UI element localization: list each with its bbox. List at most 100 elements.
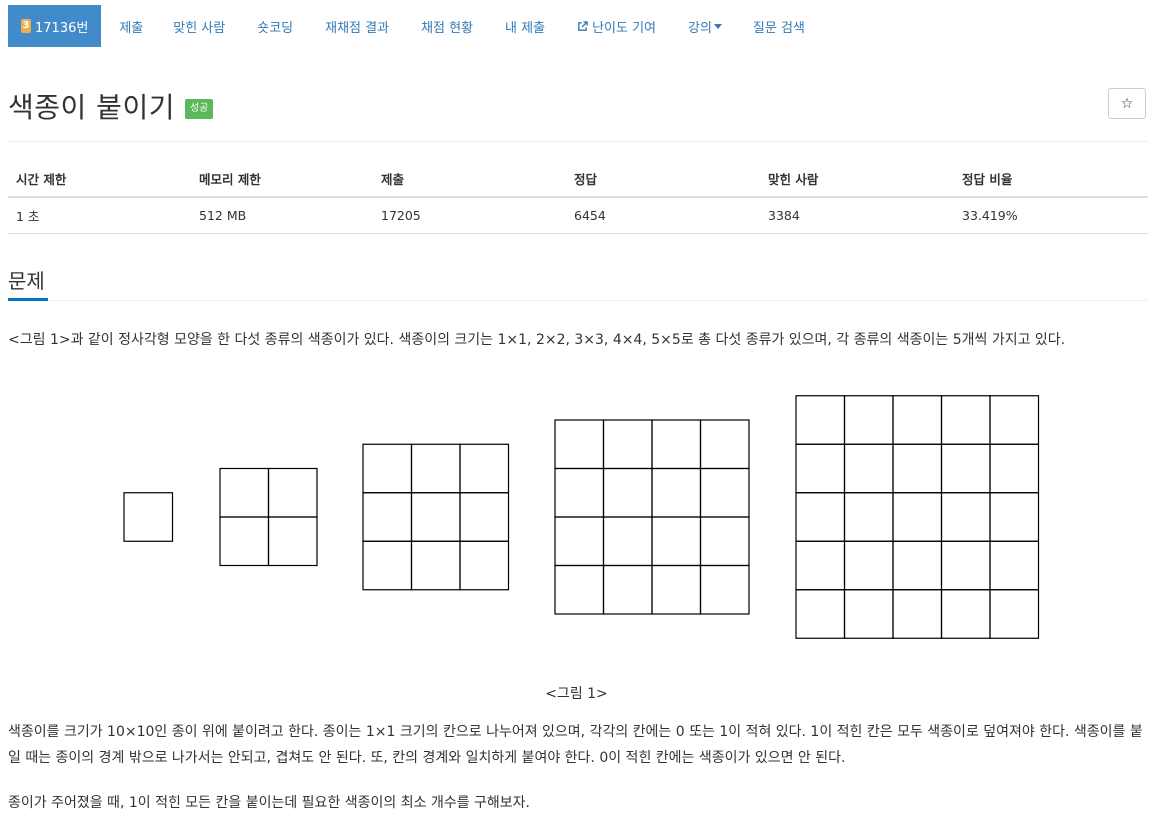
grid-cell (940, 395, 991, 445)
tab-label: 강의 (688, 20, 712, 36)
tab-label: 질문 검색 (752, 20, 805, 36)
header-solved-users: 맞힌 사람 (760, 161, 954, 198)
caret-down-icon (713, 23, 722, 29)
grid-cell (410, 540, 461, 591)
accepted-value: 6454 (566, 197, 760, 234)
grid-cell (554, 516, 605, 567)
tab-my-submissions[interactable]: 내 제출 (505, 5, 545, 47)
figure-caption: <그림 1> (545, 686, 608, 702)
tab-label: 맞힌 사람 (173, 20, 226, 36)
tab-difficulty-contribution[interactable]: 난이도 기여 (577, 5, 656, 47)
grid-cell (602, 467, 653, 518)
header-accept-ratio: 정답 비율 (954, 161, 1148, 198)
grid-cell (795, 492, 846, 542)
grid-cell (602, 419, 653, 470)
problem-nav: 3 17136번 제출 맞힌 사람 숏코딩 재채점 결과 채점 현황 내 제출 … (8, 5, 805, 47)
tab-short-coding[interactable]: 숏코딩 (257, 5, 293, 47)
problem-paragraph-3: 종이가 주어졌을 때, 1이 적힌 모든 칸을 붙이는데 필요한 색종이의 최소… (8, 795, 531, 811)
section-underline (8, 298, 48, 301)
grid-cell (651, 467, 702, 518)
grid-cell (940, 589, 991, 639)
figure-colored-papers (123, 395, 1040, 639)
tab-lectures[interactable]: 강의 (688, 5, 722, 47)
grid-cell (843, 443, 894, 494)
grid-cell (123, 492, 174, 542)
memory-limit-value: 512 MB (191, 197, 373, 234)
grid-cell (940, 492, 991, 542)
star-icon: ☆ (1120, 95, 1134, 112)
grid-cell (554, 564, 605, 615)
tab-status[interactable]: 채점 현황 (421, 5, 473, 47)
divider (8, 141, 1148, 142)
grid-cell (554, 419, 605, 470)
grid-cell (989, 492, 1040, 542)
grid-cell (699, 467, 750, 518)
grid-cell (362, 443, 413, 494)
table-row: 1 초 512 MB 17205 6454 3384 33.419% (8, 197, 1148, 234)
grid-cell (795, 443, 846, 494)
grid-cell (651, 516, 702, 567)
tab-rejudge-results[interactable]: 재채점 결과 (325, 5, 389, 47)
grid-cell (843, 492, 894, 542)
header-time-limit: 시간 제한 (8, 161, 191, 198)
grid-cell (602, 516, 653, 567)
solved-users-value: 3384 (760, 197, 954, 234)
grid-cell (219, 467, 270, 518)
grid-cell (651, 419, 702, 470)
table-header-row: 시간 제한 메모리 제한 제출 정답 맞힌 사람 정답 비율 (8, 161, 1148, 198)
tab-problem[interactable]: 3 17136번 (8, 5, 102, 47)
submissions-value: 17205 (373, 197, 566, 234)
problem-paragraph-2: 색종이를 크기가 10×10인 종이 위에 붙이려고 한다. 종이는 1×1 크… (8, 724, 1143, 766)
section-title: 문제 (8, 269, 45, 293)
grid-cell (459, 540, 510, 591)
page-title: 색종이 붙이기 (8, 91, 175, 124)
header-submissions: 제출 (373, 161, 566, 198)
grid-cell (989, 443, 1040, 494)
tab-label: 채점 현황 (421, 20, 474, 36)
accept-ratio-value: 33.419% (954, 197, 1148, 234)
grid-cell (892, 395, 943, 445)
grid-cell (989, 589, 1040, 639)
grid-cell (892, 589, 943, 639)
grid-cell (843, 540, 894, 591)
grid-cell (267, 516, 318, 567)
grid-cell (267, 467, 318, 518)
grid-cell (795, 540, 846, 591)
grid-cell (795, 589, 846, 639)
grid-cell (892, 443, 943, 494)
grid-cell (219, 516, 270, 567)
tab-label: 난이도 기여 (592, 20, 656, 36)
time-limit-value: 1 초 (8, 197, 191, 234)
grid-cell (892, 540, 943, 591)
status-badge: 성공 (184, 99, 214, 119)
tab-label: 재채점 결과 (325, 20, 390, 36)
tab-label: 제출 (119, 20, 144, 36)
grid-cell (699, 419, 750, 470)
grid-3x3 (362, 443, 510, 591)
grid-cell (602, 564, 653, 615)
grid-cell (843, 589, 894, 639)
tab-solved-users[interactable]: 맞힌 사람 (173, 5, 225, 47)
grid-cell (362, 540, 413, 591)
grid-cell (554, 467, 605, 518)
grid-cell (892, 492, 943, 542)
tab-question-search[interactable]: 질문 검색 (753, 5, 805, 47)
header-accepted: 정답 (566, 161, 760, 198)
grid-cell (843, 395, 894, 445)
tab-submit[interactable]: 제출 (119, 5, 143, 47)
grid-cell (795, 395, 846, 445)
grid-cell (459, 492, 510, 542)
divider (8, 300, 1148, 301)
grid-5x5 (795, 395, 1040, 639)
grid-cell (410, 443, 461, 494)
header-memory-limit: 메모리 제한 (191, 161, 373, 198)
tab-label: 내 제출 (505, 20, 546, 36)
favorite-button[interactable]: ☆ (1108, 88, 1146, 119)
grid-cell (940, 540, 991, 591)
grid-cell (699, 564, 750, 615)
grid-4x4 (554, 419, 750, 615)
grid-cell (940, 443, 991, 494)
grid-cell (362, 492, 413, 542)
grid-cell (989, 540, 1040, 591)
problem-paragraph-1: <그림 1>과 같이 정사각형 모양을 한 다섯 종류의 색종이가 있다. 색종… (8, 332, 1066, 348)
